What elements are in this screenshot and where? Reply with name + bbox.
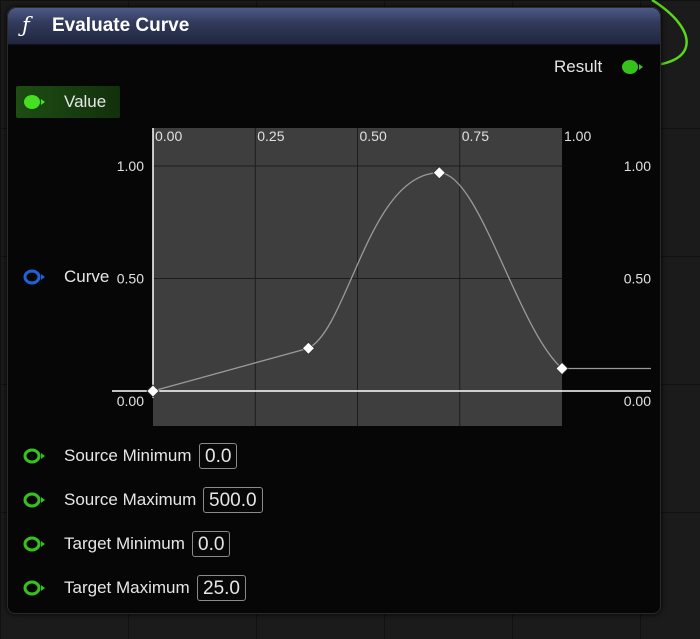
curve-editor[interactable]: 0.00 0.25 0.50 0.75 1.00 1.00 0.50 0.00 1.00 0.5… [8,8,660,438]
curve-x-tick-label: 0.75 [462,128,489,144]
input-pin-label: Target Minimum [64,534,185,553]
curve-y-tick-label-left: 0.00 [117,393,144,409]
float-pin-icon[interactable] [22,446,48,466]
curve-y-tick-label-left: 0.50 [117,271,144,287]
input-pin-label: Source Minimum [64,446,192,465]
input-pin-label: Source Maximum [64,490,197,509]
input-value-field[interactable]: 25.0 [197,575,246,601]
curve-y-tick-label-right: 1.00 [624,158,651,174]
input-value-field[interactable]: 0.0 [199,443,238,469]
input-value-field[interactable]: 500.0 [203,487,263,513]
curve-x-tick-label: 0.00 [155,128,182,144]
curve-y-tick-label-right: 0.00 [624,393,651,409]
float-pin-icon[interactable] [22,490,48,510]
input-value-field[interactable]: 0.0 [192,531,231,557]
float-pin-icon[interactable] [22,534,48,554]
curve-x-tick-label: 0.25 [257,128,284,144]
input-pin-label: Target Maximum [64,578,190,597]
evaluate-curve-node[interactable]: ƒ Evaluate Curve Result Value Curve 0.00… [7,7,661,614]
curve-y-tick-label-left: 1.00 [117,158,144,174]
float-pin-icon[interactable] [22,578,48,598]
curve-x-tick-label: 0.50 [360,128,387,144]
curve-x-tick-label: 1.00 [564,128,591,144]
curve-y-tick-label-right: 0.50 [624,271,651,287]
